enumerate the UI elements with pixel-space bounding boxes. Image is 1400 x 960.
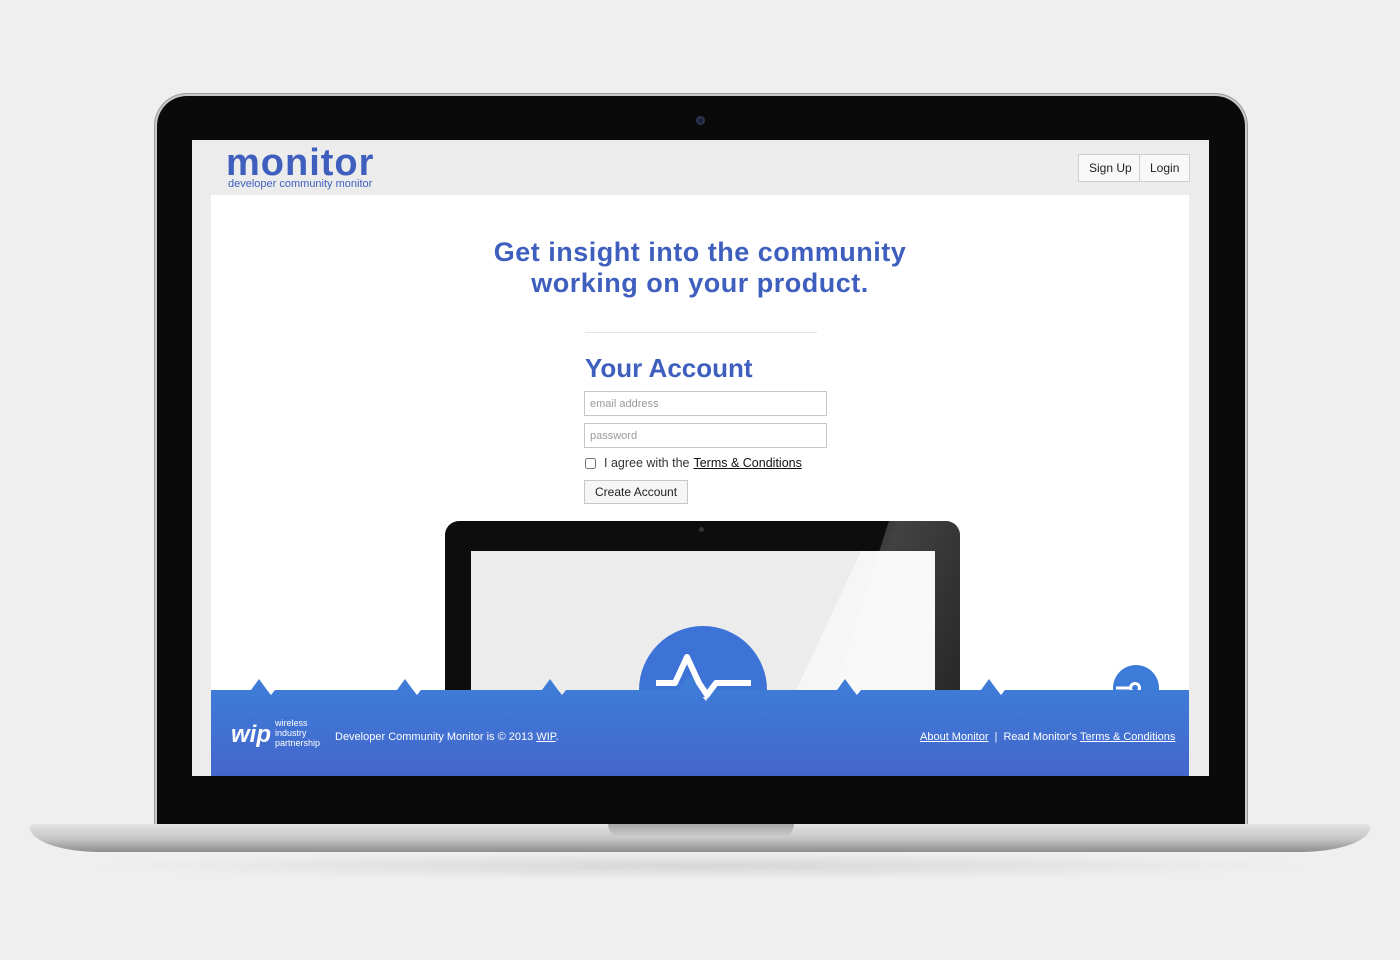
wip-logo[interactable]: wip wireless industry partnership	[231, 715, 321, 761]
site-header: monitor developer community monitor Sign…	[192, 140, 1209, 195]
main-content: Get insight into the community working o…	[211, 195, 1189, 776]
footer-links: About Monitor | Read Monitor's Terms & C…	[920, 731, 1175, 743]
login-button[interactable]: Login	[1139, 154, 1191, 182]
footer-separator: |	[994, 731, 998, 743]
laptop-base	[30, 824, 1370, 852]
copyright-suffix: .	[555, 731, 559, 743]
wip-name-1: wireless	[275, 718, 308, 728]
wip-link[interactable]: WIP	[536, 731, 555, 743]
footer-wave	[211, 626, 1189, 776]
about-monitor-link[interactable]: About Monitor	[920, 731, 988, 743]
wip-name-3: partnership	[275, 738, 321, 748]
wip-name-2: industry	[275, 728, 307, 738]
browser-viewport: monitor developer community monitor Sign…	[192, 140, 1209, 776]
copyright-text: Developer Community Monitor is © 2013 WI…	[335, 731, 559, 743]
webcam	[696, 116, 705, 125]
signup-button[interactable]: Sign Up	[1078, 154, 1143, 182]
logo-tagline: developer community monitor	[228, 178, 373, 190]
wip-logo-text: wip	[231, 721, 271, 748]
wip-name: wireless industry partnership	[275, 718, 320, 748]
copyright-prefix: Developer Community Monitor is © 2013	[335, 731, 534, 743]
laptop-shadow	[80, 852, 1320, 880]
footer-terms-link[interactable]: Terms & Conditions	[1080, 731, 1175, 743]
read-prefix: Read Monitor's	[1003, 731, 1078, 743]
laptop-notch	[608, 824, 794, 838]
